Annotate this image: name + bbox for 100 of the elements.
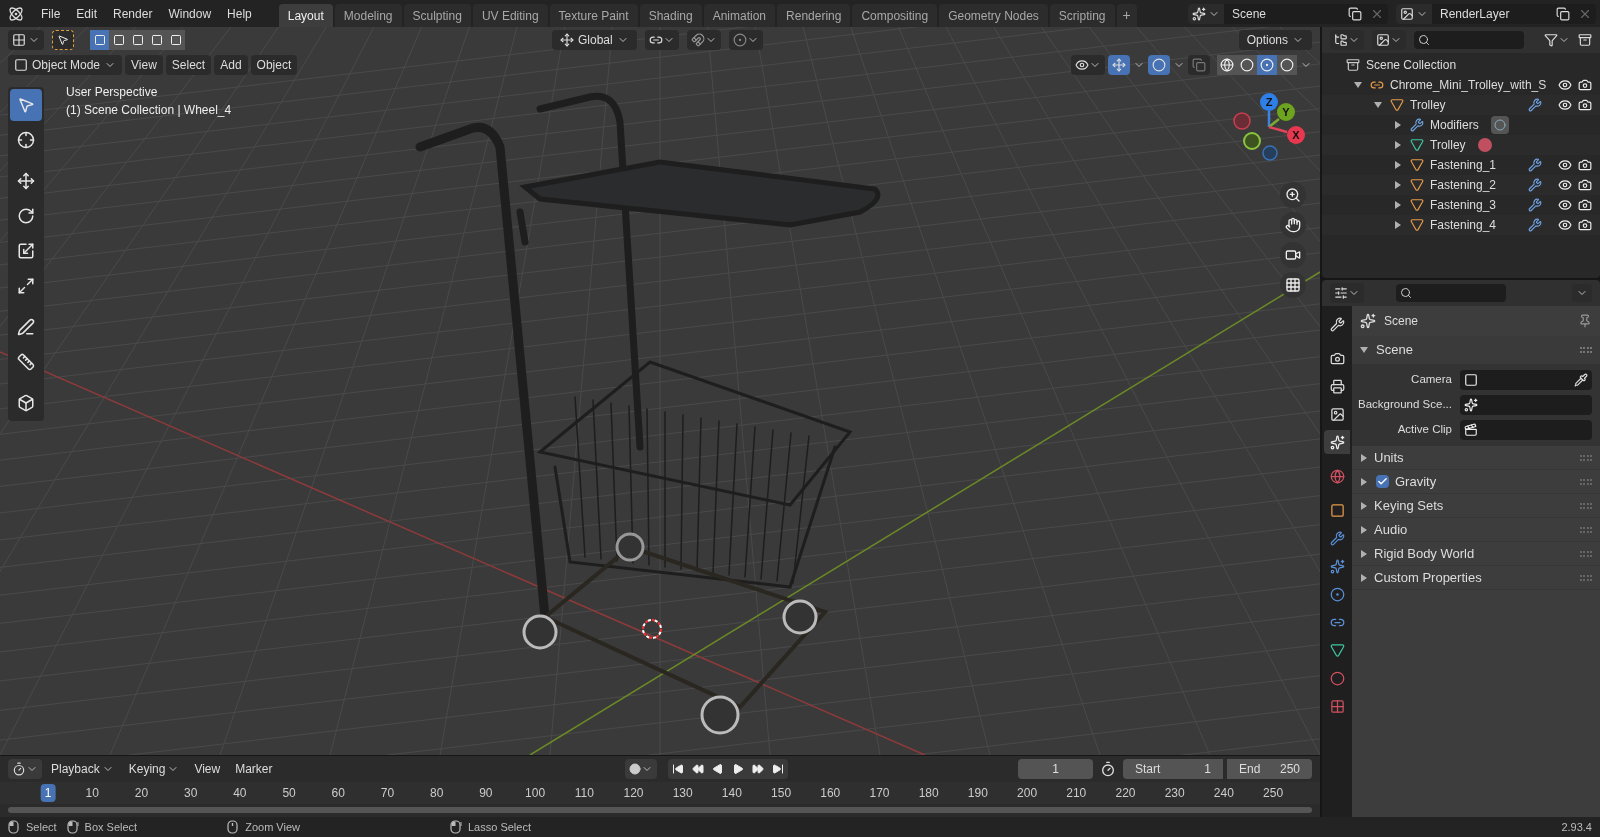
- outliner-row[interactable]: Fastening_1: [1322, 155, 1600, 175]
- panel-header[interactable]: Rigid Body World: [1352, 542, 1600, 566]
- frame-number[interactable]: 90: [477, 784, 495, 802]
- expanded-triangle-icon[interactable]: [1374, 101, 1382, 109]
- camera-icon[interactable]: [1578, 218, 1592, 232]
- selection-mode-button[interactable]: [90, 30, 109, 50]
- start-frame-field[interactable]: Start 1: [1123, 759, 1223, 779]
- frame-number[interactable]: 200: [1015, 784, 1040, 802]
- frame-number[interactable]: 20: [132, 784, 151, 802]
- frame-number[interactable]: 170: [867, 784, 892, 802]
- viewport-menu-item[interactable]: View: [125, 55, 163, 75]
- add-workspace-button[interactable]: +: [1116, 4, 1137, 27]
- collapsed-triangle-icon[interactable]: [1360, 453, 1368, 462]
- timeline-menu-item[interactable]: View: [188, 759, 227, 779]
- drag-handle-icon[interactable]: [1580, 347, 1592, 353]
- expanded-triangle-icon[interactable]: [1360, 346, 1368, 354]
- display-mode-button[interactable]: [1372, 30, 1406, 50]
- overlay-toggle[interactable]: [1148, 55, 1170, 75]
- eye-icon[interactable]: [1558, 218, 1572, 232]
- 3d-viewport[interactable]: Global Options Object Mode View Select Add Object User Perspective (1) Scene Collection | Wheel_4 Z Y X: [0, 27, 1320, 755]
- collapsed-triangle-icon[interactable]: [1394, 141, 1402, 149]
- snap-toggle[interactable]: [686, 30, 721, 50]
- frame-number[interactable]: 70: [378, 784, 397, 802]
- frame-number[interactable]: 160: [818, 784, 843, 802]
- frame-number[interactable]: 220: [1113, 784, 1138, 802]
- panel-header[interactable]: Units: [1352, 446, 1600, 470]
- expanded-triangle-icon[interactable]: [1354, 81, 1362, 89]
- shading-mode-button[interactable]: [1277, 55, 1297, 75]
- current-frame-field[interactable]: 1: [1018, 759, 1093, 779]
- selection-mode-button[interactable]: [166, 30, 185, 50]
- collapsed-triangle-icon[interactable]: [1360, 525, 1368, 534]
- panel-header[interactable]: Custom Properties: [1352, 566, 1600, 590]
- viewport-menu-item[interactable]: Object: [250, 55, 298, 75]
- axis-handle[interactable]: Z: [1260, 93, 1278, 111]
- frame-number[interactable]: 10: [83, 784, 101, 802]
- drag-handle-icon[interactable]: [1580, 574, 1592, 581]
- navigation-button[interactable]: [1280, 242, 1306, 268]
- workspace-tab[interactable]: Texture Paint: [549, 4, 638, 27]
- workspace-tab[interactable]: Sculpting: [403, 4, 471, 27]
- workspace-tab[interactable]: Compositing: [852, 4, 938, 27]
- collapsed-triangle-icon[interactable]: [1360, 573, 1368, 582]
- frame-number[interactable]: 1: [40, 784, 56, 802]
- frame-number[interactable]: 100: [523, 784, 548, 802]
- frame-ruler[interactable]: 1 10 20 30 40 50 60 70 80 90 100 110 120 130 140 150 160 170 180 190 200 210 220 230 240 250: [0, 782, 1320, 804]
- workspace-tab[interactable]: Layout: [278, 4, 333, 27]
- frame-number[interactable]: 40: [231, 784, 249, 802]
- camera-icon[interactable]: [1578, 78, 1592, 92]
- menu-item[interactable]: Render: [106, 2, 160, 25]
- frame-number[interactable]: 30: [182, 784, 200, 802]
- workspace-tab[interactable]: Animation: [703, 4, 776, 27]
- workspace-tab[interactable]: Scripting: [1049, 4, 1115, 27]
- frame-number[interactable]: 120: [621, 784, 646, 802]
- collapsed-triangle-icon[interactable]: [1360, 477, 1368, 486]
- drag-handle-icon[interactable]: [1580, 502, 1592, 509]
- eye-icon[interactable]: [1558, 158, 1572, 172]
- outliner-row[interactable]: Scene Collection: [1322, 55, 1600, 75]
- outliner-row[interactable]: Chrome_Mini_Trolley_with_S: [1322, 75, 1600, 95]
- collapsed-triangle-icon[interactable]: [1394, 121, 1402, 129]
- view-layer-selector[interactable]: RenderLayer: [1396, 3, 1596, 24]
- object-field[interactable]: [1460, 395, 1592, 415]
- frame-number[interactable]: 180: [916, 784, 941, 802]
- pivot-dropdown[interactable]: [644, 30, 679, 50]
- workspace-tab[interactable]: Modeling: [334, 4, 402, 27]
- panel-header[interactable]: Scene: [1352, 336, 1600, 364]
- search-field[interactable]: [1414, 31, 1524, 49]
- visibility-dropdown[interactable]: [1071, 55, 1105, 75]
- editor-type-button[interactable]: [1330, 30, 1364, 50]
- object-field[interactable]: [1460, 370, 1592, 390]
- workspace-tab[interactable]: UV Editing: [472, 4, 548, 27]
- shading-mode-button[interactable]: [1237, 55, 1257, 75]
- filter-button[interactable]: [1544, 33, 1570, 47]
- end-frame-field[interactable]: End 250: [1227, 759, 1312, 779]
- frame-number[interactable]: 140: [719, 784, 744, 802]
- shading-mode-button[interactable]: [1257, 55, 1277, 75]
- timeline-menu-item[interactable]: Playback: [45, 759, 120, 779]
- pin-icon[interactable]: [1578, 314, 1592, 328]
- frame-number[interactable]: 80: [428, 784, 446, 802]
- frame-number[interactable]: 250: [1261, 784, 1286, 802]
- scene-selector[interactable]: Scene: [1188, 3, 1388, 24]
- eye-icon[interactable]: [1558, 98, 1572, 112]
- collapsed-triangle-icon[interactable]: [1394, 201, 1402, 209]
- axis-handle[interactable]: Y: [1277, 103, 1295, 121]
- eye-icon[interactable]: [1558, 198, 1572, 212]
- timeline-menu-item[interactable]: Keying: [122, 759, 186, 779]
- proportional-edit-toggle[interactable]: [728, 30, 763, 50]
- editor-type-button[interactable]: [8, 30, 44, 50]
- menu-item[interactable]: File: [34, 2, 68, 25]
- timeline-menu-item[interactable]: Marker: [229, 759, 279, 779]
- frame-number[interactable]: 60: [329, 784, 347, 802]
- frame-number[interactable]: 50: [280, 784, 298, 802]
- drag-handle-icon[interactable]: [1580, 454, 1592, 461]
- camera-icon[interactable]: [1578, 98, 1592, 112]
- drag-handle-icon[interactable]: [1580, 550, 1592, 557]
- new-collection-button[interactable]: [1578, 33, 1592, 47]
- menu-item[interactable]: Help: [220, 2, 259, 25]
- frame-number[interactable]: 190: [965, 784, 990, 802]
- workspace-tab[interactable]: Rendering: [777, 4, 851, 27]
- drag-handle-icon[interactable]: [1580, 526, 1592, 533]
- viewport-menu-item[interactable]: Add: [214, 55, 248, 75]
- frame-number[interactable]: 150: [769, 784, 794, 802]
